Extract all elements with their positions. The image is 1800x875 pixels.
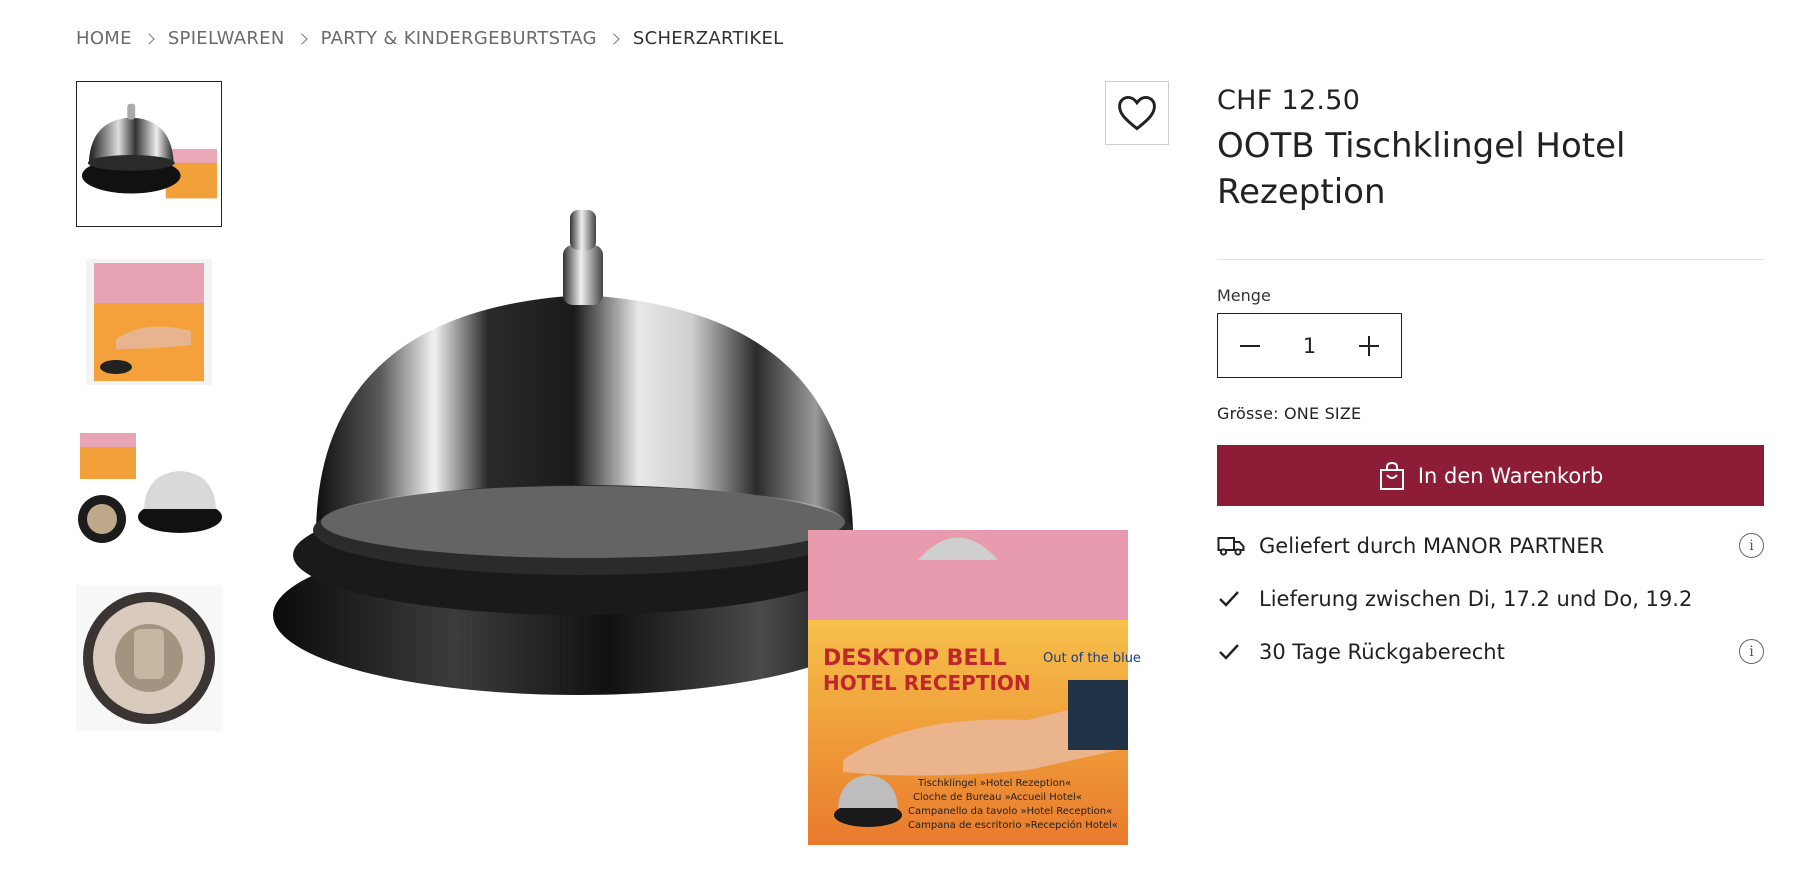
quantity-increase-button[interactable] <box>1355 332 1383 360</box>
bell-product-illustration: DESKTOP BELL HOTEL RECEPTION Out of the … <box>273 210 1141 845</box>
chevron-right-icon <box>597 30 633 48</box>
breadcrumb-party[interactable]: PARTY & KINDERGEBURTSTAG <box>321 28 597 49</box>
product-price: CHF 12.50 <box>1217 85 1361 116</box>
thumbnail-bell-bottom-image <box>76 585 222 731</box>
quantity-decrease-button[interactable] <box>1236 332 1264 360</box>
thumbnail-2[interactable] <box>76 249 222 395</box>
box-caption-3: Campanello da tavolo »Hotel Reception« <box>908 806 1112 817</box>
thumbnail-list <box>76 81 223 753</box>
thumbnail-4[interactable] <box>76 585 222 731</box>
breadcrumb-current: SCHERZARTIKEL <box>632 28 784 49</box>
thumbnail-3[interactable] <box>76 417 222 563</box>
add-to-cart-label: In den Warenkorb <box>1417 463 1604 488</box>
delivery-window-text: Lieferung zwischen Di, 17.2 und Do, 19.2 <box>1259 586 1693 611</box>
shopping-bag-icon <box>1378 461 1406 491</box>
box-title-line2: HOTEL RECEPTION <box>823 671 1031 695</box>
check-icon <box>1217 642 1259 662</box>
quantity-stepper: 1 <box>1217 313 1402 378</box>
thumbnail-bell-and-box-image <box>81 103 218 199</box>
box-brand: Out of the blue <box>1043 651 1141 666</box>
plus-icon-vertical <box>1368 335 1370 356</box>
thumbnail-bell-variants-image <box>78 433 222 543</box>
add-to-cart-button[interactable]: In den Warenkorb <box>1217 445 1764 506</box>
chevron-right-icon <box>132 30 168 48</box>
delivery-window-row: Lieferung zwischen Di, 17.2 und Do, 19.2 <box>1217 572 1764 625</box>
info-icon[interactable]: i <box>1739 639 1764 664</box>
check-icon <box>1217 589 1259 609</box>
main-product-image: DESKTOP BELL HOTEL RECEPTION Out of the … <box>268 160 1168 870</box>
size-info: Grösse: ONE SIZE <box>1217 404 1362 423</box>
truck-icon <box>1217 535 1259 557</box>
thumbnail-box-image <box>86 259 212 385</box>
box-caption-2: Cloche de Bureau »Accueil Hotel« <box>913 792 1082 803</box>
box-title-line1: DESKTOP BELL <box>823 646 1007 671</box>
breadcrumb: HOME SPIELWAREN PARTY & KINDERGEBURTSTAG… <box>76 28 784 49</box>
chevron-right-icon <box>285 30 321 48</box>
thumbnail-1[interactable] <box>76 81 222 227</box>
minus-icon <box>1240 344 1260 347</box>
heart-icon <box>1118 95 1156 131</box>
quantity-value[interactable]: 1 <box>1303 334 1316 358</box>
delivery-partner-row: Geliefert durch MANOR PARTNER i <box>1217 519 1764 572</box>
return-policy-row: 30 Tage Rückgaberecht i <box>1217 625 1764 678</box>
breadcrumb-home[interactable]: HOME <box>76 28 132 49</box>
breadcrumb-spielwaren[interactable]: SPIELWAREN <box>168 28 285 49</box>
quantity-label: Menge <box>1217 286 1271 305</box>
delivery-partner-text: Geliefert durch MANOR PARTNER <box>1259 533 1605 558</box>
divider <box>1217 259 1764 260</box>
return-policy-text: 30 Tage Rückgaberecht <box>1259 639 1505 664</box>
wishlist-button[interactable] <box>1105 81 1169 145</box>
product-title: OOTB Tischklingel Hotel Rezeption <box>1217 126 1626 212</box>
product-panel: CHF 12.50 OOTB Tischklingel Hotel Rezept… <box>1217 81 1764 678</box>
info-icon[interactable]: i <box>1739 533 1764 558</box>
box-caption-4: Campana de escritorio »Recepción Hotel« <box>908 819 1118 831</box>
box-caption-1: Tischklingel »Hotel Rezeption« <box>917 778 1071 789</box>
